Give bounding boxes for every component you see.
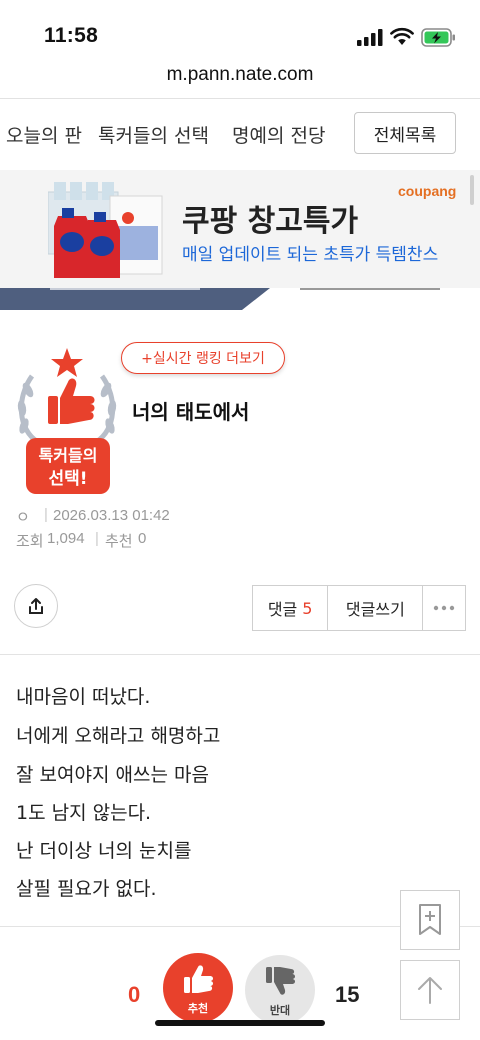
battery-charging-icon — [421, 28, 455, 47]
post-author[interactable]: ㅇ — [16, 506, 30, 527]
post-body-line: 1도 남지 않는다. — [16, 802, 152, 824]
comment-count: 5 — [302, 598, 313, 618]
nav-item-today[interactable]: 오늘의 판 — [6, 121, 82, 148]
nav-item-hall-of-fame[interactable]: 명예의 전당 — [232, 121, 325, 148]
scrollbar[interactable] — [470, 175, 474, 205]
post-title: 너의 태도에서 — [132, 400, 250, 424]
ad-product-image — [48, 182, 163, 278]
ad-title: 쿠팡 창고특가 — [182, 204, 359, 239]
realtime-ranking-button[interactable]: +실시간 랭킹 더보기 — [121, 342, 285, 374]
scroll-to-top-button[interactable] — [400, 960, 460, 1020]
post-body-line: 내마음이 떠났다. — [16, 686, 151, 708]
recommend-count: 0 — [138, 530, 147, 547]
downvote-label: 반대 — [269, 1004, 291, 1017]
post-body-line: 너에게 오해라고 해명하고 — [16, 725, 221, 747]
nav-item-talkers-choice[interactable]: 톡커들의 선택 — [98, 121, 209, 148]
comment-label: 댓글 — [267, 600, 298, 619]
downvote-count: 15 — [335, 982, 360, 1007]
hidden-tab-strip — [0, 288, 480, 316]
full-list-button[interactable]: 전체목록 — [354, 112, 456, 154]
ad-banner[interactable]: coupang 쿠팡 창고특가 매일 업데이트 되는 초특가 득템찬스 — [0, 170, 480, 288]
ad-subtitle: 매일 업데이트 되는 초특가 득템찬스 — [182, 245, 439, 265]
divider — [0, 654, 480, 655]
recommend-label: 추천 — [105, 533, 133, 550]
badge-text-line2: 선택! — [48, 469, 87, 489]
share-button[interactable] — [14, 584, 58, 628]
talkers-choice-badge: 톡커들의 선택! — [17, 348, 117, 494]
tab-strip-background — [0, 288, 440, 310]
comment-actions: 댓글 5 댓글쓰기 — [252, 585, 466, 631]
post-body-line: 잘 보여야지 애쓰는 마음 — [16, 764, 209, 786]
thumbs-up-icon — [184, 965, 213, 993]
url-text: m.pann.nate.com — [166, 64, 314, 85]
share-icon — [29, 598, 43, 614]
thumbs-down-icon — [266, 967, 295, 995]
status-bar: 11:58 — [0, 0, 480, 60]
bookmark-button[interactable] — [400, 890, 460, 950]
upvote-label: 추천 — [187, 1002, 209, 1015]
downvote-button[interactable]: 반대 — [245, 955, 315, 1025]
arrow-up-icon — [418, 977, 442, 1004]
comment-count-button[interactable]: 댓글 5 — [253, 586, 329, 630]
address-bar[interactable]: m.pann.nate.com — [0, 60, 480, 98]
ad-brand-logo: coupang — [398, 183, 457, 199]
meta-separator: | — [95, 530, 99, 547]
views-count: 1,094 — [47, 530, 85, 547]
more-button[interactable] — [423, 586, 465, 630]
post-body-line: 살필 필요가 없다. — [16, 878, 157, 900]
meta-separator: | — [44, 506, 48, 523]
bookmark-add-icon — [419, 904, 441, 935]
badge-text-line1: 톡커들의 — [39, 446, 98, 465]
views-label: 조회 — [16, 533, 44, 550]
home-indicator — [155, 1020, 325, 1026]
post-date: 2026.03.13 01:42 — [53, 507, 170, 524]
wifi-icon — [390, 27, 414, 45]
more-icon — [434, 605, 455, 611]
post-body-line: 난 더이상 너의 눈치를 — [16, 840, 192, 862]
upvote-button[interactable]: 추천 — [163, 953, 233, 1023]
cellular-signal-icon — [357, 29, 383, 46]
status-time: 11:58 — [44, 24, 99, 47]
top-nav: 오늘의 판 톡커들의 선택 명예의 전당 전체목록 — [0, 98, 480, 171]
write-comment-button[interactable]: 댓글쓰기 — [328, 586, 424, 630]
upvote-count: 0 — [128, 982, 141, 1007]
